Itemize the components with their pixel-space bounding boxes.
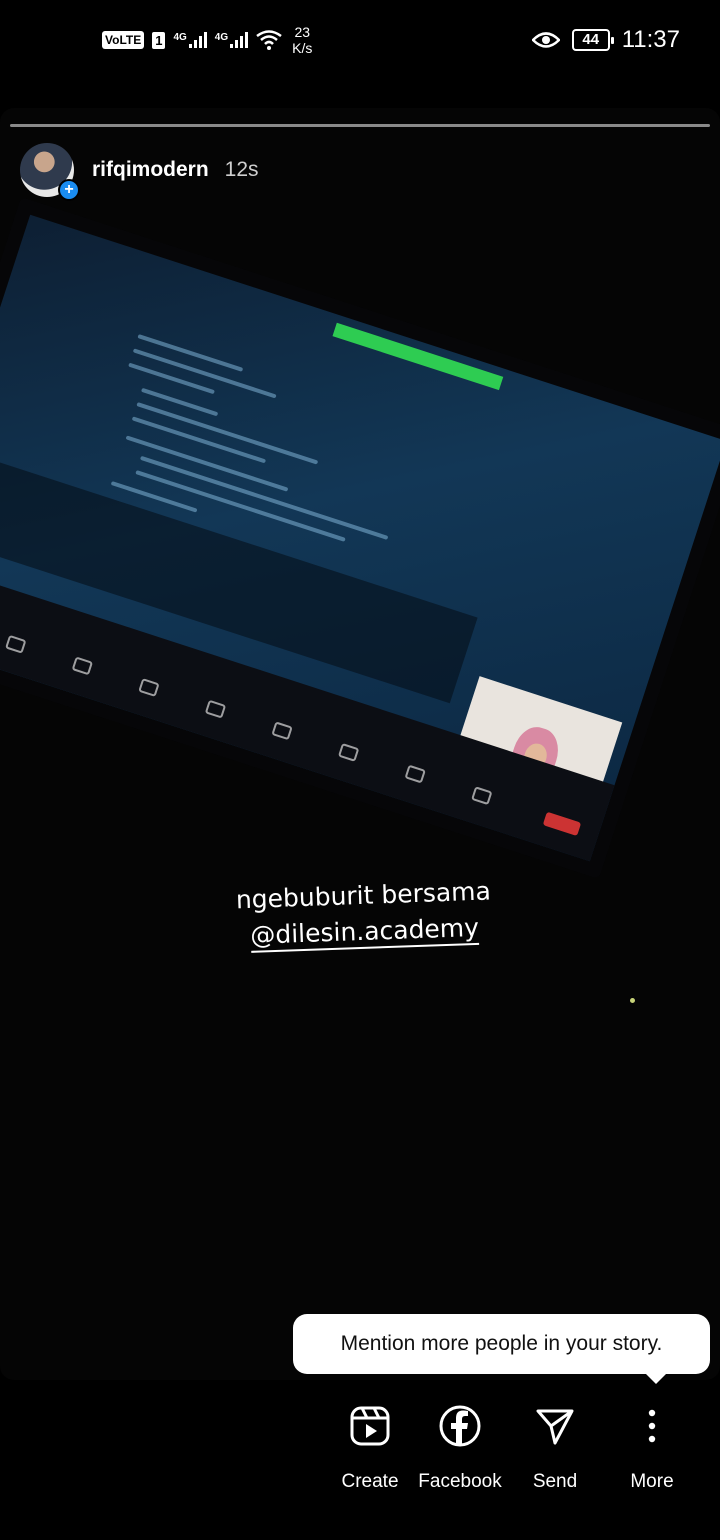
more-icon: [648, 1409, 656, 1443]
send-label: Send: [532, 1471, 578, 1492]
eye-comfort-icon: [531, 32, 560, 48]
volte-icon: VoLTE: [102, 31, 145, 49]
username[interactable]: rifqimodern: [92, 158, 209, 182]
send-icon: [536, 1409, 574, 1445]
story-actions-bar: Create Facebook Send More: [0, 1395, 720, 1515]
clock: 11:37: [621, 26, 680, 53]
battery-icon: 44: [571, 29, 614, 51]
story-photo: [0, 197, 720, 879]
mention-tooltip: Mention more people in your story.: [293, 1314, 710, 1384]
mention-sticker[interactable]: @dilesin.academy: [249, 912, 480, 953]
more-label: More: [630, 1471, 674, 1492]
create-button[interactable]: Create: [320, 1405, 420, 1493]
create-label: Create: [341, 1471, 399, 1492]
reels-icon: [350, 1406, 390, 1446]
more-button[interactable]: More: [602, 1405, 702, 1493]
light-spot: [630, 998, 635, 1003]
story-caption: ngebuburit bersama @dilesin.academy: [0, 865, 720, 962]
wifi-icon: [256, 30, 282, 50]
story-timestamp: 12s: [224, 158, 259, 181]
status-bar: VoLTE 1 4G 4G 23 K/s 44 11:37: [0, 0, 720, 82]
add-story-icon[interactable]: +: [58, 179, 80, 201]
send-button[interactable]: Send: [505, 1405, 605, 1493]
signal-strength-icon: 4G: [173, 32, 207, 48]
leave-button: [542, 811, 582, 837]
facebook-label: Facebook: [418, 1471, 502, 1492]
screen-share-banner: [332, 322, 504, 391]
story-progress-bar: [10, 124, 710, 127]
laptop-screen-image: [0, 214, 720, 862]
story-viewer[interactable]: + rifqimodern 12s ngebuburit bersama @di…: [0, 108, 720, 1380]
sim-slot-badge: 1: [152, 31, 166, 49]
signal-strength-icon: 4G: [215, 32, 249, 48]
facebook-icon: [439, 1405, 481, 1447]
story-header: + rifqimodern 12s: [20, 143, 259, 201]
network-speed: 23 K/s: [292, 24, 313, 56]
facebook-button[interactable]: Facebook: [410, 1405, 510, 1493]
avatar[interactable]: +: [20, 143, 80, 201]
